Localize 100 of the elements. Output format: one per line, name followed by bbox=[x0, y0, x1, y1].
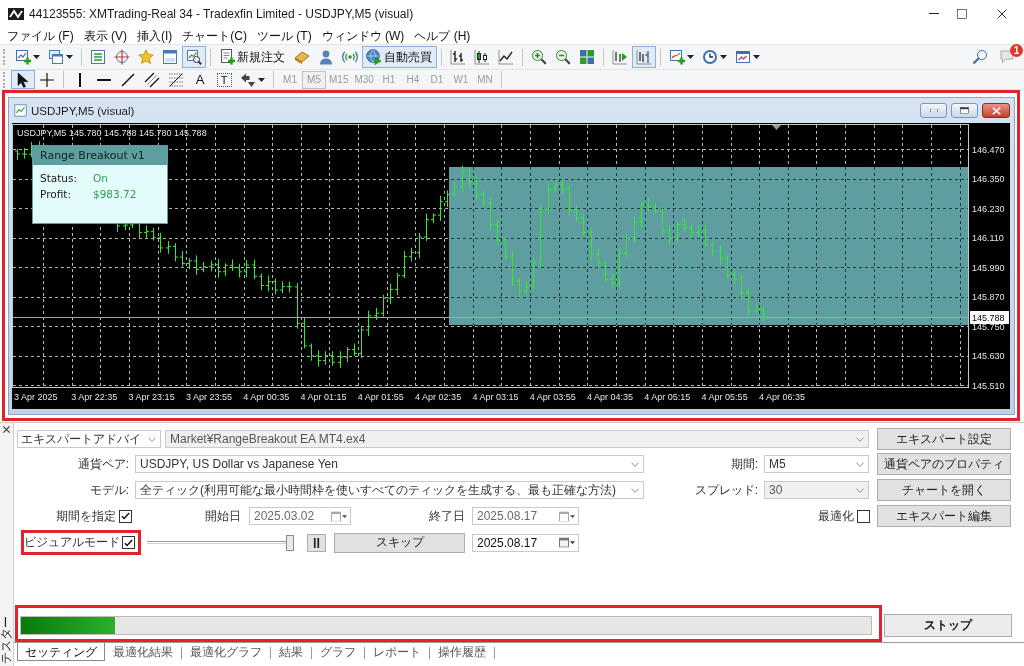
current-price-label: 145.788 bbox=[970, 311, 1009, 324]
info-label: Status: bbox=[40, 172, 78, 184]
time-axis-label: 3 Apr 23:15 bbox=[128, 392, 175, 402]
time-axis-label: 4 Apr 00:35 bbox=[243, 392, 290, 402]
notifications-button[interactable]: 1 bbox=[996, 46, 1020, 68]
open-chart-button[interactable]: チャートを開く bbox=[877, 479, 1011, 501]
star-icon bbox=[138, 49, 154, 65]
search-icon bbox=[972, 49, 988, 65]
menu-item[interactable]: ファイル (F) bbox=[3, 27, 78, 44]
menu-item[interactable]: 挿入(I) bbox=[133, 27, 177, 44]
tab[interactable]: 最適化グラフ bbox=[182, 643, 270, 661]
tab[interactable]: 結果 bbox=[271, 643, 311, 661]
window-restore-icon bbox=[960, 107, 969, 114]
tab[interactable]: 操作履歴 bbox=[430, 643, 494, 661]
time-axis-label: 3 Apr 22:35 bbox=[71, 392, 118, 402]
skip-button[interactable]: スキップ bbox=[334, 532, 465, 553]
tab[interactable]: レポート bbox=[365, 643, 429, 661]
time-axis-label: 4 Apr 05:15 bbox=[644, 392, 691, 402]
info-value: $983.72 bbox=[93, 188, 137, 200]
field-label: スプレッド: bbox=[694, 481, 758, 499]
stop-button[interactable]: ストップ bbox=[884, 614, 1012, 637]
speech-bubble-icon bbox=[1000, 49, 1016, 65]
panel-window-icon bbox=[162, 49, 178, 65]
field-label: 終了日 bbox=[429, 507, 465, 525]
toolbar-button[interactable]: A bbox=[188, 70, 212, 89]
toolbar-button[interactable]: 新規注文 bbox=[215, 46, 290, 68]
zoom-in-icon bbox=[531, 49, 547, 65]
calendar-dropdown-icon bbox=[559, 537, 575, 548]
expert-settings-button[interactable]: エキスパート設定 bbox=[877, 428, 1011, 450]
book-icon bbox=[294, 49, 310, 65]
pause-button[interactable] bbox=[307, 533, 326, 552]
new-chart-icon bbox=[15, 49, 31, 65]
pause-icon bbox=[313, 537, 320, 548]
crosshair-icon bbox=[39, 71, 55, 88]
edit-expert-button[interactable]: エキスパート編集 bbox=[877, 505, 1011, 527]
program-type-select[interactable]: エキスパートアドバイ bbox=[17, 430, 161, 448]
toolbar-button[interactable] bbox=[182, 46, 206, 68]
close-icon bbox=[997, 8, 1007, 19]
ohlc-values: 145.780 145.788 145.780 145.788 bbox=[69, 128, 207, 138]
caret-icon bbox=[33, 55, 40, 59]
price-axis-label: 145.750 bbox=[972, 321, 1005, 332]
tab[interactable]: セッティング bbox=[17, 643, 105, 661]
checkbox[interactable] bbox=[857, 509, 870, 523]
person-icon bbox=[318, 49, 334, 65]
menu-item[interactable]: ウィンドウ (W) bbox=[317, 27, 409, 44]
broadcast-icon bbox=[342, 49, 358, 65]
menu-item[interactable]: 表示 (V) bbox=[79, 27, 131, 44]
restore-button[interactable] bbox=[951, 103, 978, 118]
price-axis-label: 145.990 bbox=[972, 262, 1005, 273]
period-select[interactable]: M5 bbox=[764, 455, 869, 473]
field-label: モデル: bbox=[89, 481, 129, 499]
time-axis-label: 4 Apr 06:35 bbox=[758, 392, 805, 402]
menu-item[interactable]: チャート(C) bbox=[178, 27, 251, 44]
info-label: Profit: bbox=[40, 188, 72, 200]
time-axis-label: 4 Apr 01:15 bbox=[300, 392, 347, 402]
price-axis-label: 145.510 bbox=[972, 380, 1005, 391]
minimize-button[interactable] bbox=[920, 103, 947, 118]
chart-window-icon bbox=[14, 104, 27, 117]
chevron-icon bbox=[148, 436, 156, 442]
info-value: On bbox=[93, 172, 108, 184]
price-axis-label: 146.110 bbox=[972, 233, 1004, 243]
caret-icon bbox=[687, 55, 694, 59]
toolbar-button[interactable]: 自動売買 bbox=[362, 46, 437, 68]
toolbar-button[interactable] bbox=[11, 70, 35, 89]
panel-side-label: テスター bbox=[0, 616, 13, 664]
time-axis-label: 4 Apr 05:55 bbox=[701, 392, 748, 402]
checkbox[interactable] bbox=[122, 536, 135, 549]
tab[interactable]: グラフ bbox=[312, 643, 364, 661]
candlestick-icon bbox=[474, 49, 490, 65]
menu-item[interactable]: ヘルプ (H) bbox=[410, 27, 475, 44]
fibonacci-icon bbox=[168, 71, 184, 88]
date-field[interactable]: 2025.08.17 bbox=[472, 533, 579, 552]
checkmark-icon bbox=[121, 512, 130, 520]
symbol-select[interactable]: USDJPY, US Dollar vs Japanese Yen bbox=[135, 455, 644, 473]
minimize-icon bbox=[929, 13, 939, 14]
checkbox[interactable] bbox=[119, 509, 132, 523]
calendar-dropdown-icon bbox=[331, 510, 347, 522]
symbol-properties-button[interactable]: 通貨ペアのプロパティ bbox=[877, 453, 1011, 475]
panel-title: Range Breakout v1 bbox=[33, 146, 167, 165]
caret-icon bbox=[753, 55, 760, 59]
tab[interactable]: 最適化結果 bbox=[105, 643, 181, 661]
price-axis-label: 146.350 bbox=[972, 174, 1005, 184]
model-select[interactable]: 全ティック(利用可能な最小時間枠を使いすべてのティックを生成する、最も正確な方法) bbox=[135, 481, 644, 499]
checkmark-icon bbox=[124, 538, 133, 547]
checkbox-label: 期間を指定 bbox=[56, 507, 116, 525]
field-label: 通貨ペア: bbox=[77, 455, 129, 473]
menu-item[interactable]: ツール (T) bbox=[253, 27, 316, 44]
cursor-icon bbox=[15, 71, 31, 88]
panel-close-button[interactable] bbox=[2, 425, 11, 434]
chart-shift-marker-icon[interactable] bbox=[772, 125, 781, 130]
chevron-icon bbox=[856, 487, 864, 493]
slider-thumb[interactable] bbox=[286, 534, 294, 551]
chart-symbol: USDJPY,M5 bbox=[17, 128, 67, 138]
close-button[interactable] bbox=[982, 103, 1010, 118]
tile-windows-icon bbox=[579, 49, 595, 65]
time-axis-label: 3 Apr 23:55 bbox=[185, 392, 232, 402]
panel-close-icon bbox=[3, 426, 10, 433]
horizontal-line-icon bbox=[97, 78, 111, 81]
target-icon bbox=[114, 49, 130, 65]
chart-shift-icon bbox=[636, 49, 652, 65]
